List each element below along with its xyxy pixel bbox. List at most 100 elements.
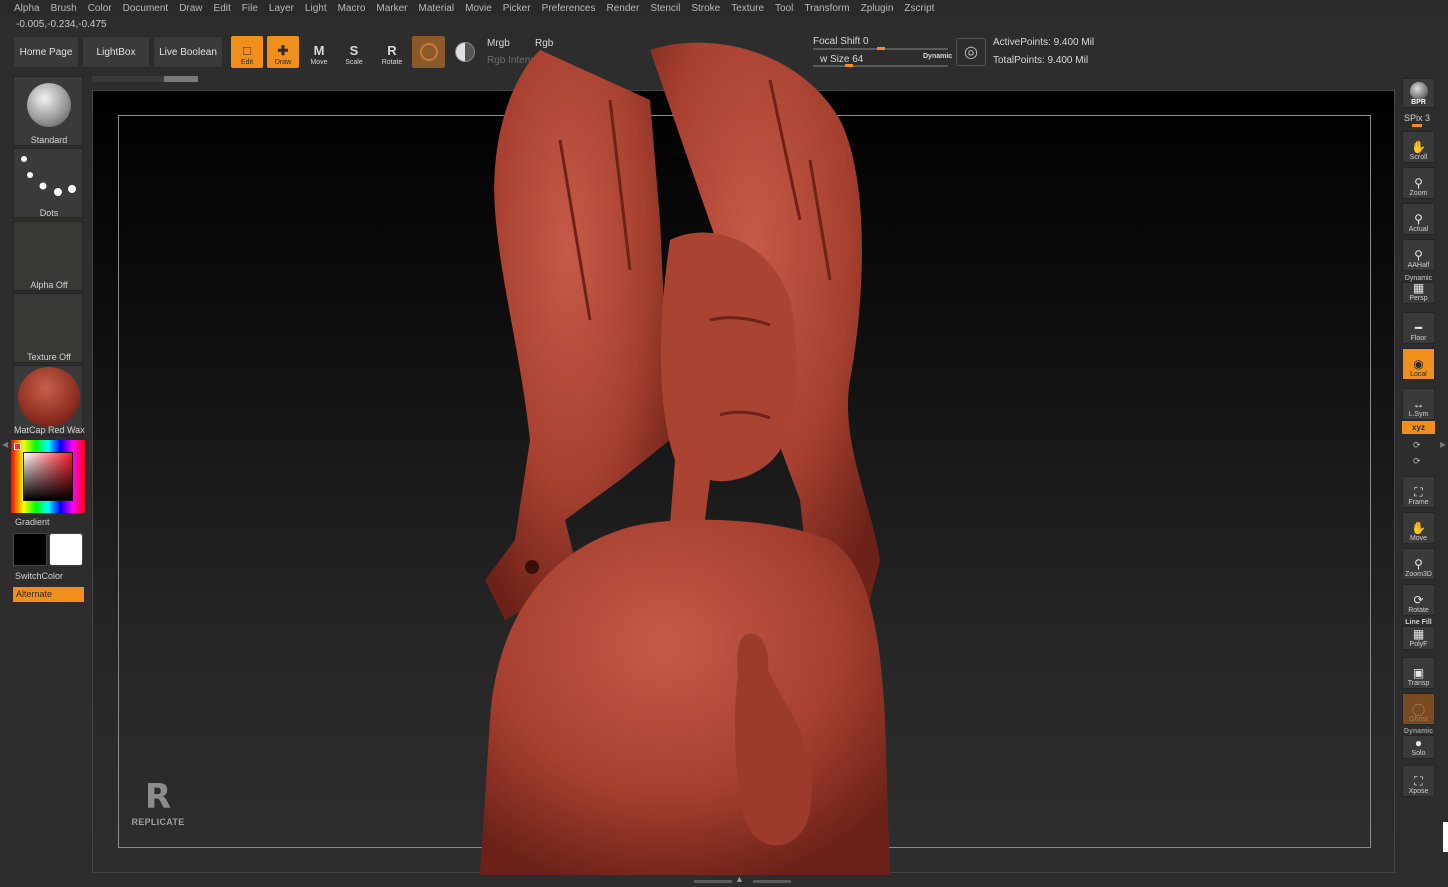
menu-file[interactable]: File [242, 3, 258, 14]
move-label: Move [310, 59, 328, 66]
main-color-swatch[interactable] [13, 533, 47, 566]
scale-button[interactable]: S Scale [338, 36, 370, 68]
bpr-button[interactable]: BPR [1402, 78, 1435, 108]
color-picker[interactable] [11, 440, 85, 513]
transp-icon: ▣ [1412, 666, 1425, 680]
solo-dynamic-label[interactable]: Dynamic [1402, 728, 1435, 735]
dynamic-toggle[interactable]: Dynamic [923, 53, 952, 60]
menu-picker[interactable]: Picker [503, 3, 531, 14]
menu-alpha[interactable]: Alpha [14, 3, 40, 14]
scale-icon: S [349, 43, 359, 58]
rotate-button[interactable]: R Rotate [376, 36, 408, 68]
ghost-icon: ◯ [1411, 702, 1426, 716]
polyf-button[interactable]: ▦ PolyF [1402, 626, 1435, 650]
draw-button[interactable]: ✚ Draw [267, 36, 299, 68]
menu-macro[interactable]: Macro [338, 3, 366, 14]
menu-light[interactable]: Light [305, 3, 327, 14]
main-color-indicator [14, 443, 21, 450]
scroll-hand-icon: ✋ [1411, 140, 1426, 154]
menu-material[interactable]: Material [419, 3, 455, 14]
menu-layer[interactable]: Layer [269, 3, 294, 14]
material-icon [419, 43, 438, 61]
switch-color-button[interactable]: SwitchColor [15, 571, 87, 581]
rotate-y-icon[interactable]: ⟳ [1413, 440, 1421, 451]
menu-brush[interactable]: Brush [51, 3, 77, 14]
menu-edit[interactable]: Edit [214, 3, 231, 14]
ghost-button[interactable]: ◯ Ghost [1402, 693, 1435, 725]
spix-knob[interactable] [1412, 124, 1422, 127]
menu-document[interactable]: Document [123, 3, 169, 14]
replicate-logo-icon: R [144, 777, 172, 817]
solo-icon: ● [1414, 736, 1423, 750]
scroll-label: Scroll [1409, 154, 1428, 161]
local-button[interactable]: ◉ Local [1402, 348, 1435, 380]
menu-zplugin[interactable]: Zplugin [861, 3, 894, 14]
menu-render[interactable]: Render [607, 3, 640, 14]
lightbox-button[interactable]: LightBox [82, 36, 150, 68]
floor-button[interactable]: ━ Floor [1402, 312, 1435, 344]
left-collapse-icon[interactable]: ◀ [2, 440, 8, 449]
alternate-button[interactable]: Alternate [13, 587, 84, 602]
local-label: Local [1410, 371, 1427, 378]
saturation-value-square[interactable] [23, 452, 73, 501]
rotate-view-button[interactable]: ⟳ Rotate [1402, 584, 1435, 616]
right-collapse-icon[interactable]: ▶ [1440, 440, 1446, 449]
rotate-z-icon[interactable]: ⟳ [1413, 456, 1421, 467]
menu-tool[interactable]: Tool [775, 3, 793, 14]
actual-label: Actual [1408, 226, 1429, 233]
xpose-icon: ⛶ [1414, 774, 1423, 788]
menu-stencil[interactable]: Stencil [650, 3, 680, 14]
menu-zscript[interactable]: Zscript [904, 3, 934, 14]
solo-button[interactable]: ● Solo [1402, 735, 1435, 759]
edit-button[interactable]: □ Edit [231, 36, 263, 68]
frame-label: Frame [1408, 499, 1429, 506]
stroke-label: Dots [39, 208, 59, 218]
draw-icon: ✚ [277, 43, 289, 58]
draw-label: Draw [274, 59, 292, 66]
menu-marker[interactable]: Marker [376, 3, 407, 14]
menu-preferences[interactable]: Preferences [542, 3, 596, 14]
persp-button[interactable]: ▦ Persp [1402, 281, 1435, 304]
frame-button[interactable]: ⛶ Frame [1402, 476, 1435, 508]
rotate-view-label: Rotate [1408, 607, 1429, 614]
menu-stroke[interactable]: Stroke [691, 3, 720, 14]
document-scroll-strip[interactable] [92, 76, 198, 82]
lsym-button[interactable]: ↔ L.Sym [1402, 388, 1435, 420]
menu-color[interactable]: Color [88, 3, 112, 14]
home-page-button[interactable]: Home Page [13, 36, 79, 68]
right-edge-handle[interactable] [1443, 822, 1448, 852]
menu-movie[interactable]: Movie [465, 3, 492, 14]
zoom3d-label: Zoom3D [1405, 571, 1432, 578]
secondary-color-swatch[interactable] [49, 533, 83, 566]
coordinate-readout: -0.005,-0.234,-0.475 [16, 19, 107, 30]
scroll-thumb[interactable] [164, 76, 198, 82]
sculpt-figure[interactable] [470, 20, 910, 875]
frame-icon: ⛶ [1414, 485, 1423, 499]
bottom-tray-handle[interactable]: ▲ [694, 874, 791, 885]
line-fill-label[interactable]: Line Fill [1402, 619, 1435, 626]
move-view-button[interactable]: ✋ Move [1402, 512, 1435, 544]
zoom-button[interactable]: ⚲ Zoom [1402, 167, 1435, 199]
material-swatch-button[interactable] [412, 36, 445, 68]
live-boolean-button[interactable]: Live Boolean [153, 36, 223, 68]
subtool-points-button[interactable]: ◎ [956, 38, 986, 66]
spix-slider[interactable]: SPix 3 [1402, 113, 1435, 123]
actual-button[interactable]: ⚲ Actual [1402, 203, 1435, 235]
local-icon: ◉ [1413, 357, 1424, 371]
persp-grid-icon: ▦ [1412, 281, 1425, 295]
xyz-toggle[interactable]: xyz [1402, 421, 1435, 434]
aahalf-button[interactable]: ⚲ AAHalf [1402, 239, 1435, 271]
lsym-label: L.Sym [1408, 411, 1429, 418]
zoom3d-button[interactable]: ⚲ Zoom3D [1402, 548, 1435, 580]
scroll-button[interactable]: ✋ Scroll [1402, 131, 1435, 163]
xpose-button[interactable]: ⛶ Xpose [1402, 765, 1435, 797]
menu-draw[interactable]: Draw [179, 3, 202, 14]
transp-button[interactable]: ▣ Transp [1402, 657, 1435, 689]
gradient-label[interactable]: Gradient [15, 517, 87, 527]
matcap-red-wax-icon [18, 367, 80, 427]
zoom-label: Zoom [1409, 190, 1428, 197]
move-button[interactable]: M Move [303, 36, 335, 68]
zoom3d-icon: ⚲ [1414, 557, 1423, 571]
menu-transform[interactable]: Transform [804, 3, 849, 14]
menu-texture[interactable]: Texture [731, 3, 764, 14]
